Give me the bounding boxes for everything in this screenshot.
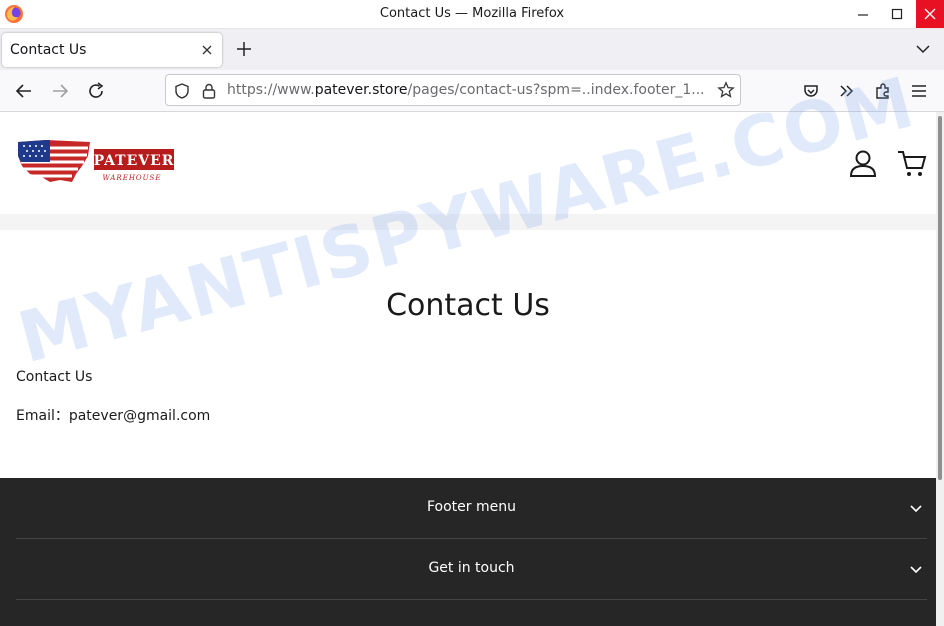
chevron-down-icon [910, 505, 922, 513]
page-scrollbar[interactable] [936, 112, 944, 626]
star-icon[interactable] [717, 81, 735, 99]
logo-text: PATEVER [94, 153, 175, 169]
url-path: /pages/contact-us?spm=..index.footer_1..… [407, 82, 705, 98]
account-icon[interactable] [848, 148, 878, 178]
close-icon [924, 8, 936, 20]
hamburger-icon[interactable] [909, 81, 929, 101]
url-host: patever.store [314, 82, 408, 98]
content-heading: Contact Us [16, 369, 93, 385]
footer-menu-label: Footer menu [427, 499, 516, 515]
url-prefix: https://www. [227, 82, 315, 98]
window-titlebar: Contact Us — Mozilla Firefox [0, 0, 944, 29]
scrollbar-thumb[interactable] [938, 116, 942, 480]
navigation-toolbar: https://www.patever.store/pages/contact-… [0, 70, 944, 112]
chevron-down-icon[interactable] [914, 40, 932, 58]
address-bar[interactable]: https://www.patever.store/pages/contact-… [165, 74, 741, 106]
tab-strip: Contact Us [0, 29, 944, 70]
site-footer: Footer menu Get in touch [0, 478, 936, 626]
back-arrow-icon[interactable] [14, 81, 34, 101]
minimize-button[interactable] [848, 0, 878, 28]
footer-menu-accordion[interactable]: Footer menu [16, 478, 927, 539]
maximize-button[interactable] [882, 0, 912, 28]
shield-icon[interactable] [173, 82, 191, 100]
tab-close-icon[interactable] [199, 42, 215, 58]
logo-subtext: WAREHOUSE [103, 174, 162, 182]
tab-label: Contact Us [10, 42, 87, 58]
maximize-icon [891, 8, 903, 20]
lock-icon[interactable] [201, 82, 217, 100]
get-in-touch-accordion[interactable]: Get in touch [16, 539, 927, 600]
close-window-button[interactable] [916, 0, 944, 28]
double-chevron-icon[interactable] [837, 81, 857, 101]
window-title: Contact Us — Mozilla Firefox [379, 6, 565, 21]
forward-arrow-icon[interactable] [50, 81, 70, 101]
tab-contact-us[interactable]: Contact Us [2, 33, 222, 67]
chevron-down-icon [910, 566, 922, 574]
url-text[interactable]: https://www.patever.store/pages/contact-… [227, 82, 711, 98]
pocket-icon[interactable] [801, 81, 821, 101]
minimize-icon [858, 14, 868, 16]
cart-icon[interactable] [896, 148, 928, 178]
reload-icon[interactable] [86, 81, 106, 101]
patever-logo[interactable]: PATEVER WAREHOUSE [16, 136, 176, 188]
page-title: Contact Us [386, 288, 550, 323]
header-divider [0, 214, 936, 230]
page-viewport: PATEVER WAREHOUSE Contact Us Contact Us … [0, 112, 936, 626]
new-tab-icon[interactable] [234, 39, 254, 59]
get-in-touch-label: Get in touch [428, 560, 515, 576]
contact-email: Email：patever@gmail.com [16, 408, 211, 424]
puzzle-icon[interactable] [873, 81, 893, 101]
